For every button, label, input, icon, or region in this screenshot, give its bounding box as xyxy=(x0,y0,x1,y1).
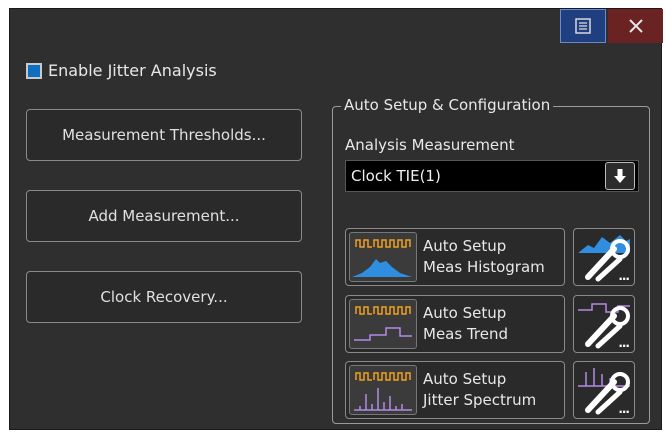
enable-jitter-checkbox[interactable] xyxy=(26,62,42,79)
auto-setup-trend-button[interactable]: Auto Setup Meas Trend xyxy=(345,295,565,353)
spectrum-line1: Auto Setup xyxy=(423,370,507,388)
trend-line1: Auto Setup xyxy=(423,304,507,322)
configure-trend-ellipsis: ... xyxy=(618,336,630,350)
auto-setup-spectrum-button[interactable]: Auto Setup Jitter Spectrum xyxy=(345,361,565,419)
configure-histogram-button[interactable]: ... xyxy=(573,228,635,286)
enable-jitter-row[interactable]: Enable Jitter Analysis xyxy=(26,61,217,80)
spectrum-line2: Jitter Spectrum xyxy=(423,391,537,409)
trend-line2: Meas Trend xyxy=(423,325,508,343)
configure-trend-button[interactable]: ... xyxy=(573,295,635,353)
jitter-dialog: Enable Jitter Analysis Measurement Thres… xyxy=(9,8,663,430)
analysis-measurement-select[interactable]: Clock TIE(1) xyxy=(345,160,639,192)
arrow-down-icon xyxy=(614,169,626,183)
spectrum-icon xyxy=(349,365,417,415)
group-title: Auto Setup & Configuration xyxy=(341,96,554,114)
clock-recovery-button[interactable]: Clock Recovery... xyxy=(26,271,302,323)
dropdown-button[interactable] xyxy=(605,162,635,190)
auto-setup-histogram-button[interactable]: Auto Setup Meas Histogram xyxy=(345,228,565,286)
add-measurement-button[interactable]: Add Measurement... xyxy=(26,190,302,242)
trend-icon xyxy=(349,299,417,349)
measurement-thresholds-button[interactable]: Measurement Thresholds... xyxy=(26,109,302,161)
close-icon xyxy=(628,19,643,33)
close-button[interactable] xyxy=(608,9,663,43)
auto-setup-group: Auto Setup & Configuration Analysis Meas… xyxy=(332,96,650,424)
histogram-line2: Meas Histogram xyxy=(423,258,545,276)
enable-jitter-label: Enable Jitter Analysis xyxy=(48,61,217,80)
menu-button[interactable] xyxy=(560,9,606,43)
analysis-measurement-value: Clock TIE(1) xyxy=(351,167,441,185)
list-icon xyxy=(575,18,591,34)
histogram-line1: Auto Setup xyxy=(423,237,507,255)
configure-histogram-ellipsis: ... xyxy=(618,269,630,283)
analysis-measurement-label: Analysis Measurement xyxy=(345,136,515,154)
configure-spectrum-button[interactable]: ... xyxy=(573,361,635,419)
histogram-icon xyxy=(349,232,417,282)
configure-spectrum-ellipsis: ... xyxy=(618,402,630,416)
